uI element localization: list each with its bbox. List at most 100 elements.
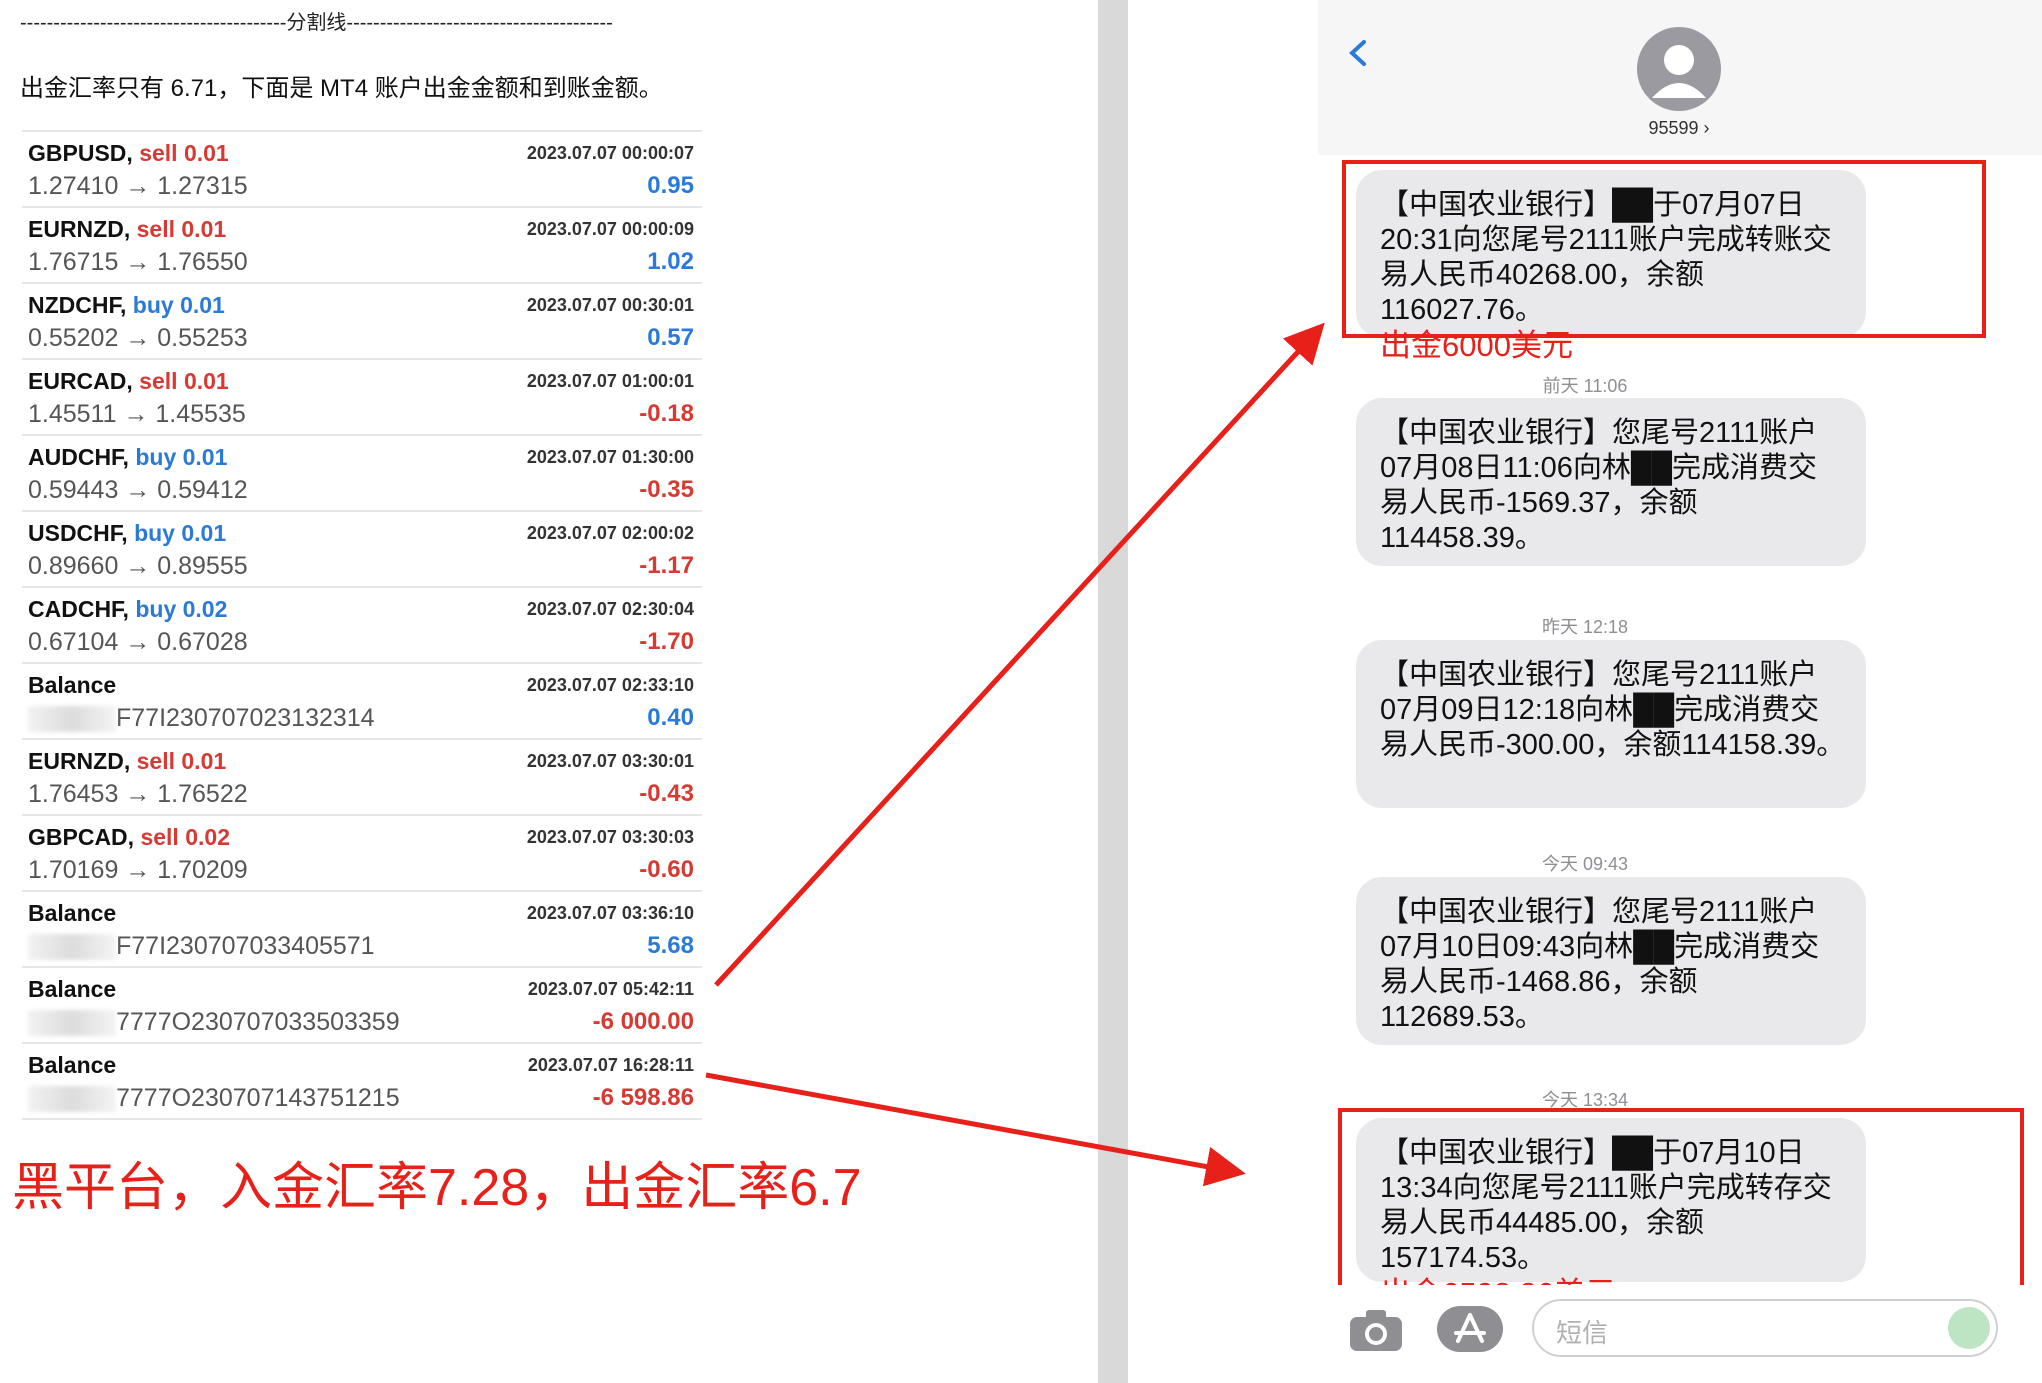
message-bubble[interactable]: 【中国农业银行】您尾号2111账户07月08日11:06向林██完成消费交易人民… — [1356, 398, 1866, 566]
camera-icon[interactable] — [1348, 1307, 1404, 1353]
back-chevron-icon[interactable] — [1346, 40, 1372, 66]
history-row[interactable]: GBPCAD, sell 0.02 1.70169 → 1.70209 2023.0… — [22, 814, 702, 890]
prices-line: 7777O230707033503359 — [28, 1008, 400, 1037]
lot-label: 0.01 — [181, 748, 227, 774]
profit-value: -0.43 — [639, 780, 694, 807]
profit-value: -0.18 — [639, 400, 694, 427]
prices-line: 0.67104 → 0.67028 — [28, 628, 248, 657]
message-bubble[interactable]: 【中国农业银行】您尾号2111账户07月10日09:43向林██完成消费交易人民… — [1356, 877, 1866, 1045]
timestamp: 2023.07.07 03:30:01 — [526, 751, 694, 771]
history-row[interactable]: Balance 7777O230707143751215 2023.07.07 16… — [22, 1042, 702, 1120]
symbol-label: Balance — [28, 1052, 117, 1078]
side-label: sell — [136, 748, 175, 774]
symbol-label: GBPUSD, — [28, 140, 133, 166]
timestamp: 2023.07.07 16:28:11 — [527, 1055, 694, 1075]
history-row[interactable]: EURCAD, sell 0.01 1.45511 → 1.45535 2023.0… — [22, 358, 702, 434]
side-label: sell — [139, 368, 178, 394]
history-list: GBPUSD, sell 0.01 1.27410 → 1.27315 2023.0… — [22, 130, 702, 1120]
price-range: 0.55202 → 0.55253 — [28, 324, 248, 352]
history-row[interactable]: AUDCHF, buy 0.01 0.59443 → 0.59412 2023.07… — [22, 434, 702, 510]
message-time: 昨天 12:18 — [1541, 617, 1629, 637]
divider-text: ----------------------------------------… — [20, 12, 613, 32]
timestamp: 2023.07.07 02:33:10 — [526, 675, 694, 695]
symbol-label: Balance — [28, 900, 117, 926]
prices-line: 1.76453 → 1.76522 — [28, 780, 248, 809]
price-range: 1.70169 → 1.70209 — [28, 856, 248, 884]
side-label: buy — [132, 292, 174, 318]
lot-label: 0.01 — [181, 520, 227, 546]
annotation-text: 黑平台，入金汇率7.28，出金汇率6.7 — [12, 1159, 862, 1217]
prices-line: 7777O230707143751215 — [28, 1084, 400, 1113]
lot-label: 0.01 — [181, 216, 227, 242]
side-label: buy — [135, 444, 177, 470]
panel-separator — [1098, 0, 1128, 1383]
profit-value: -0.60 — [639, 856, 694, 883]
profit-value: 0.40 — [647, 704, 694, 731]
profit-value: 0.57 — [647, 324, 694, 351]
symbol-label: EURNZD, — [28, 748, 131, 774]
history-row[interactable]: EURNZD, sell 0.01 1.76715 → 1.76550 2023.0… — [22, 206, 702, 282]
timestamp: 2023.07.07 02:00:02 — [526, 523, 694, 543]
sms-input-placeholder: 短信 — [1556, 1318, 1609, 1348]
profit-value: 0.95 — [647, 172, 694, 199]
sender-number[interactable]: 95599 › — [1618, 118, 1740, 139]
timestamp: 2023.07.07 00:00:09 — [526, 219, 694, 239]
price-range: 0.67104 → 0.67028 — [28, 628, 248, 656]
timestamp: 2023.07.07 02:30:04 — [526, 599, 694, 619]
history-row[interactable]: GBPUSD, sell 0.01 1.27410 → 1.27315 2023.0… — [22, 130, 702, 206]
timestamp: 2023.07.07 00:00:07 — [526, 143, 694, 163]
history-row[interactable]: Balance F77I230707033405571 2023.07.07 03:… — [22, 890, 702, 966]
symbol-line: EURNZD, sell 0.01 — [28, 748, 226, 775]
sms-input[interactable]: 短信 — [1532, 1299, 1998, 1357]
symbol-line: Balance — [28, 900, 116, 927]
appstore-icon[interactable] — [1436, 1305, 1504, 1353]
profit-value: 1.02 — [647, 248, 694, 275]
history-row[interactable]: CADCHF, buy 0.02 0.67104 → 0.67028 2023.07… — [22, 586, 702, 662]
highlight-box — [1342, 160, 1986, 338]
history-row[interactable]: Balance F77I230707023132314 2023.07.07 02:… — [22, 662, 702, 738]
prices-line: F77I230707033405571 — [28, 932, 375, 961]
blurred-id — [28, 706, 116, 733]
price-range: 0.59443 → 0.59412 — [28, 476, 248, 504]
timestamp: 2023.07.07 01:30:00 — [526, 447, 694, 467]
history-row[interactable]: EURNZD, sell 0.01 1.76453 → 1.76522 2023.0… — [22, 738, 702, 814]
message-text: 【中国农业银行】您尾号2111账户07月10日09:43向林██完成消费交易人民… — [1380, 896, 1820, 1033]
blurred-id — [28, 934, 116, 961]
prices-line: 0.55202 → 0.55253 — [28, 324, 248, 353]
timestamp: 2023.07.07 01:00:01 — [526, 371, 694, 391]
lot-label: 0.01 — [182, 444, 228, 470]
send-button[interactable] — [1948, 1307, 1990, 1349]
symbol-label: Balance — [28, 672, 117, 698]
prices-line: 1.70169 → 1.70209 — [28, 856, 248, 885]
symbol-line: USDCHF, buy 0.01 — [28, 520, 226, 547]
symbol-label: CADCHF, — [28, 596, 129, 622]
symbol-label: USDCHF, — [28, 520, 128, 546]
side-label: buy — [134, 520, 175, 546]
message-text: 【中国农业银行】您尾号2111账户07月08日11:06向林██完成消费交易人民… — [1380, 417, 1818, 554]
lot-label: 0.01 — [183, 368, 229, 394]
symbol-line: EURCAD, sell 0.01 — [28, 368, 229, 395]
price-range: 0.89660 → 0.89555 — [28, 552, 248, 580]
symbol-label: EURCAD, — [28, 368, 133, 394]
price-range: 1.76453 → 1.76522 — [28, 780, 248, 808]
symbol-label: GBPCAD, — [28, 824, 135, 850]
lot-label: 0.02 — [185, 824, 230, 850]
symbol-label: AUDCHF, — [28, 444, 129, 470]
message-bubble[interactable]: 【中国农业银行】您尾号2111账户07月09日12:18向林██完成消费交易人民… — [1356, 640, 1866, 808]
symbol-label: NZDCHF, — [28, 292, 127, 318]
lot-label: 0.01 — [180, 292, 225, 318]
history-row[interactable]: Balance 7777O230707033503359 2023.07.07 05… — [22, 966, 702, 1042]
history-row[interactable]: NZDCHF, buy 0.01 0.55202 → 0.55253 2023.07… — [22, 282, 702, 358]
avatar-icon[interactable] — [1636, 26, 1722, 112]
history-row[interactable]: USDCHF, buy 0.01 0.89660 → 0.89555 2023.07… — [22, 510, 702, 586]
symbol-line: CADCHF, buy 0.02 — [28, 596, 227, 623]
prices-line: 1.76715 → 1.76550 — [28, 248, 248, 277]
profit-value: 5.68 — [647, 932, 694, 959]
message-time: 今天 09:43 — [1541, 854, 1629, 874]
profit-value: -1.70 — [639, 628, 694, 655]
price-range: 1.76715 → 1.76550 — [28, 248, 248, 276]
prices-line: 1.45511 → 1.45535 — [28, 400, 246, 429]
side-label: buy — [135, 596, 177, 622]
timestamp: 2023.07.07 03:36:10 — [526, 903, 694, 923]
side-label: sell — [136, 216, 175, 242]
